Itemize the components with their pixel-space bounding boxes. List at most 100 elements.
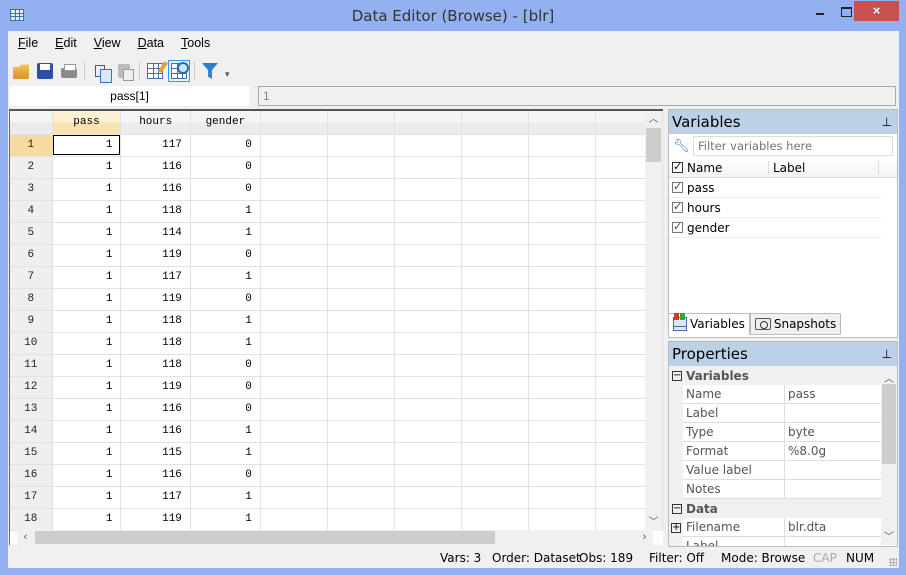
empty-cell[interactable] xyxy=(260,244,328,267)
empty-cell[interactable] xyxy=(528,464,596,487)
row-header[interactable]: 9 xyxy=(10,310,53,333)
row-header[interactable]: 16 xyxy=(10,464,53,487)
empty-cell[interactable] xyxy=(528,376,596,399)
empty-cell[interactable] xyxy=(394,266,462,289)
scroll-down-icon[interactable]: ﹀ xyxy=(645,514,662,531)
empty-cell[interactable] xyxy=(327,222,395,245)
property-row[interactable]: Format %8.0g xyxy=(669,442,897,461)
minimize-button[interactable] xyxy=(808,1,834,21)
cell-pass[interactable]: 1 xyxy=(52,376,122,399)
collapse-icon[interactable]: − xyxy=(672,503,682,514)
filter-variables-input[interactable] xyxy=(693,136,893,156)
empty-cell[interactable] xyxy=(528,420,596,443)
empty-cell[interactable] xyxy=(327,486,395,509)
cell-gender[interactable]: 1 xyxy=(190,508,261,531)
empty-cell[interactable] xyxy=(461,288,529,311)
column-header-hours[interactable]: hours xyxy=(120,111,191,135)
empty-cell[interactable] xyxy=(394,288,462,311)
empty-cell[interactable] xyxy=(461,266,529,289)
cell-gender[interactable]: 0 xyxy=(190,288,261,311)
cell-hours[interactable]: 118 xyxy=(120,310,191,333)
empty-cell[interactable] xyxy=(394,310,462,333)
empty-cell[interactable] xyxy=(461,310,529,333)
empty-cell[interactable] xyxy=(528,200,596,223)
property-group[interactable]: − Data xyxy=(669,499,897,518)
empty-cell[interactable] xyxy=(394,354,462,377)
cell-hours[interactable]: 116 xyxy=(120,156,191,179)
scroll-up-icon[interactable]: ︿ xyxy=(881,370,897,385)
empty-cell[interactable] xyxy=(394,332,462,355)
empty-cell[interactable] xyxy=(327,420,395,443)
edit-mode-button[interactable] xyxy=(144,60,166,82)
select-all-checkbox[interactable] xyxy=(672,160,683,173)
cell-pass[interactable]: 1 xyxy=(52,420,122,443)
empty-cell[interactable] xyxy=(394,420,462,443)
empty-cell[interactable] xyxy=(461,222,529,245)
empty-cell[interactable] xyxy=(260,354,328,377)
empty-cell[interactable] xyxy=(461,332,529,355)
cell-hours[interactable]: 119 xyxy=(120,288,191,311)
empty-cell[interactable] xyxy=(528,310,596,333)
row-header[interactable]: 4 xyxy=(10,200,53,223)
empty-cell[interactable] xyxy=(394,508,462,531)
empty-cell[interactable] xyxy=(327,376,395,399)
property-value[interactable]: pass xyxy=(785,385,881,404)
cell-hours[interactable]: 116 xyxy=(120,178,191,201)
empty-cell[interactable] xyxy=(327,244,395,267)
empty-cell[interactable] xyxy=(260,134,328,157)
resize-grip-icon[interactable] xyxy=(889,558,897,566)
empty-cell[interactable] xyxy=(260,398,328,421)
empty-cell[interactable] xyxy=(327,134,395,157)
column-header-empty[interactable] xyxy=(394,111,462,135)
row-header[interactable]: 18 xyxy=(10,508,53,531)
variable-list-item[interactable]: pass xyxy=(669,178,881,198)
column-header-gender[interactable]: gender xyxy=(190,111,261,135)
empty-cell[interactable] xyxy=(461,178,529,201)
row-header[interactable]: 17 xyxy=(10,486,53,509)
properties-scrollbar[interactable]: ︿ ﹀ xyxy=(881,368,897,545)
menu-tools[interactable]: Tools xyxy=(171,34,217,54)
cell-hours[interactable]: 116 xyxy=(120,398,191,421)
empty-cell[interactable] xyxy=(260,200,328,223)
empty-cell[interactable] xyxy=(461,200,529,223)
scrollbar-thumb[interactable] xyxy=(646,128,661,162)
empty-cell[interactable] xyxy=(327,332,395,355)
cell-gender[interactable]: 0 xyxy=(190,134,261,157)
scrollbar-thumb[interactable] xyxy=(35,531,495,544)
empty-cell[interactable] xyxy=(528,486,596,509)
cell-pass[interactable]: 1 xyxy=(52,310,122,333)
property-value[interactable] xyxy=(785,404,881,423)
row-header[interactable]: 10 xyxy=(10,332,53,355)
row-header[interactable]: 5 xyxy=(10,222,53,245)
variable-checkbox[interactable] xyxy=(672,200,683,213)
column-header-empty[interactable] xyxy=(327,111,395,135)
cell-pass[interactable]: 1 xyxy=(52,266,122,289)
cell-hours[interactable]: 118 xyxy=(120,332,191,355)
empty-cell[interactable] xyxy=(327,508,395,531)
column-header-empty[interactable] xyxy=(260,111,328,135)
empty-cell[interactable] xyxy=(327,310,395,333)
cell-gender[interactable]: 0 xyxy=(190,178,261,201)
grid-vertical-scrollbar[interactable]: ︿ ﹀ xyxy=(645,111,662,531)
empty-cell[interactable] xyxy=(528,398,596,421)
filter-button[interactable] xyxy=(199,60,221,82)
cell-hours[interactable]: 117 xyxy=(120,486,191,509)
save-button[interactable] xyxy=(34,60,56,82)
empty-cell[interactable] xyxy=(394,134,462,157)
cell-pass[interactable]: 1 xyxy=(52,486,122,509)
empty-cell[interactable] xyxy=(260,508,328,531)
cell-hours[interactable]: 119 xyxy=(120,244,191,267)
cell-hours[interactable]: 118 xyxy=(120,354,191,377)
empty-cell[interactable] xyxy=(461,244,529,267)
empty-cell[interactable] xyxy=(260,266,328,289)
property-row[interactable]: + Filename blr.dta xyxy=(669,518,897,537)
cell-gender[interactable]: 0 xyxy=(190,354,261,377)
empty-cell[interactable] xyxy=(327,156,395,179)
empty-cell[interactable] xyxy=(461,420,529,443)
property-value[interactable]: byte xyxy=(785,423,881,442)
cell-gender[interactable]: 1 xyxy=(190,442,261,465)
cell-hours[interactable]: 115 xyxy=(120,442,191,465)
empty-cell[interactable] xyxy=(327,288,395,311)
row-header[interactable]: 2 xyxy=(10,156,53,179)
cell-pass[interactable]: 1 xyxy=(52,442,122,465)
